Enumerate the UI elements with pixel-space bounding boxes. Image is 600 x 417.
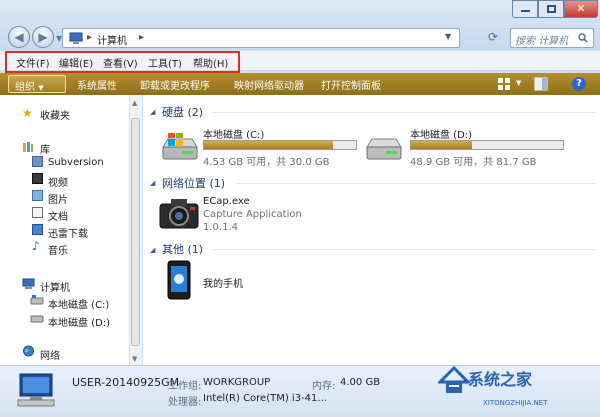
close-icon: ✕ bbox=[576, 2, 586, 15]
hdd-group-header[interactable]: 硬盘 (2) bbox=[162, 104, 203, 120]
back-button[interactable]: ◀ bbox=[8, 26, 30, 48]
system-properties-button[interactable]: 系统属性 bbox=[77, 77, 117, 92]
minimize-button[interactable] bbox=[512, 0, 538, 18]
subversion-folder-icon bbox=[32, 156, 43, 167]
memory-value: 4.00 GB bbox=[340, 377, 381, 388]
nav-scrollbar-thumb[interactable] bbox=[131, 118, 140, 346]
forward-arrow-icon: ▶ bbox=[38, 30, 48, 44]
minimize-icon bbox=[521, 10, 530, 12]
address-bar[interactable]: ▸ 计算机 ▸ ▼ bbox=[62, 28, 460, 48]
search-icon[interactable] bbox=[578, 33, 588, 43]
uninstall-program-button[interactable]: 卸载或更改程序 bbox=[140, 77, 210, 92]
drive-d-large-icon bbox=[366, 138, 402, 160]
back-arrow-icon: ◀ bbox=[14, 30, 24, 44]
phone-icon bbox=[167, 260, 191, 300]
menu-tools[interactable]: 工具(T) bbox=[148, 55, 182, 70]
watermark-site: XITONGZHIJIA.NET bbox=[483, 399, 548, 407]
videos-icon bbox=[32, 173, 43, 184]
maximize-icon bbox=[547, 5, 556, 13]
nav-subversion[interactable]: Subversion bbox=[48, 157, 104, 168]
nav-library[interactable]: 库 bbox=[40, 141, 50, 156]
drive-c-large-icon bbox=[162, 133, 198, 160]
workgroup-value: WORKGROUP bbox=[203, 377, 271, 388]
memory-label: 内存: bbox=[312, 381, 336, 392]
workgroup-label: 工作组: bbox=[168, 381, 202, 392]
breadcrumb-chevron-icon[interactable]: ▸ bbox=[139, 32, 144, 43]
cpu-label: 处理器: bbox=[168, 397, 202, 408]
ecap-version: 1.0.1.4 bbox=[203, 222, 238, 233]
ecap-name[interactable]: ECap.exe bbox=[203, 196, 250, 207]
pictures-icon bbox=[32, 190, 43, 201]
other-group-header[interactable]: 其他 (1) bbox=[162, 241, 203, 257]
drive-c-icon bbox=[30, 295, 44, 305]
change-view-icon[interactable] bbox=[498, 78, 512, 90]
network-group-header[interactable]: 网络位置 (1) bbox=[162, 175, 225, 191]
drive-d-usage-bar bbox=[410, 140, 564, 150]
other-group-collapse-icon[interactable]: ◢ bbox=[150, 246, 155, 254]
library-icon bbox=[23, 142, 33, 152]
organize-button[interactable]: 组织 ▼ bbox=[8, 75, 66, 93]
maximize-button[interactable] bbox=[538, 0, 564, 18]
menu-edit[interactable]: 编辑(E) bbox=[59, 55, 93, 70]
computer-name: USER-20140925GM bbox=[72, 376, 180, 389]
group-divider bbox=[212, 112, 596, 113]
nav-videos[interactable]: 视频 bbox=[48, 174, 68, 189]
explorer-window: ✕ ◀ ▶ ▼ ▸ 计算机 ▸ ▼ ⟳ 搜索 计算机 文件(F) 编辑(E) 查… bbox=[0, 0, 600, 417]
nav-thunder-downloads[interactable]: 迅雷下载 bbox=[48, 225, 88, 240]
breadcrumb-separator-icon[interactable]: ▸ bbox=[87, 32, 92, 43]
nav-network[interactable]: 网络 bbox=[40, 347, 60, 362]
group-divider bbox=[212, 249, 596, 250]
help-icon[interactable]: ? bbox=[572, 77, 586, 91]
camera-icon bbox=[159, 199, 199, 229]
network-group-collapse-icon[interactable]: ◢ bbox=[150, 179, 155, 187]
watermark-logo bbox=[438, 365, 470, 393]
cpu-value: Intel(R) Core(TM) i3-41... bbox=[203, 393, 327, 404]
menu-file[interactable]: 文件(F) bbox=[16, 55, 50, 70]
organize-dropdown-icon: ▼ bbox=[38, 84, 44, 92]
drive-c-space-info: 4.53 GB 可用，共 30.0 GB bbox=[203, 157, 330, 168]
nav-documents[interactable]: 文档 bbox=[48, 208, 68, 223]
scroll-down-icon[interactable]: ▼ bbox=[132, 355, 137, 363]
drive-c-usage-bar bbox=[203, 140, 357, 150]
map-network-drive-button[interactable]: 映射网络驱动器 bbox=[234, 77, 304, 92]
menu-view[interactable]: 查看(V) bbox=[103, 55, 138, 70]
hdd-group-collapse-icon[interactable]: ◢ bbox=[150, 108, 155, 116]
drive-d-name[interactable]: 本地磁盘 (D:) bbox=[410, 126, 472, 141]
address-dropdown-icon[interactable]: ▼ bbox=[445, 32, 451, 41]
nav-computer[interactable]: 计算机 bbox=[40, 279, 70, 294]
music-note-icon: ♪ bbox=[32, 239, 40, 253]
computer-large-icon bbox=[17, 373, 55, 407]
drive-c-name[interactable]: 本地磁盘 (C:) bbox=[203, 126, 264, 141]
scroll-up-icon[interactable]: ▲ bbox=[132, 99, 137, 107]
drive-d-icon bbox=[30, 315, 44, 323]
ecap-description: Capture Application bbox=[203, 209, 302, 220]
thunder-downloads-icon bbox=[32, 224, 43, 235]
watermark-brand: 系统之家 bbox=[468, 370, 533, 389]
refresh-icon[interactable]: ⟳ bbox=[488, 30, 498, 44]
nav-pictures[interactable]: 图片 bbox=[48, 191, 68, 206]
nav-drive-c[interactable]: 本地磁盘 (C:) bbox=[48, 296, 109, 311]
nav-music[interactable]: 音乐 bbox=[48, 242, 68, 257]
nav-drive-d[interactable]: 本地磁盘 (D:) bbox=[48, 314, 110, 329]
my-phone-name[interactable]: 我的手机 bbox=[203, 275, 243, 290]
menu-help[interactable]: 帮助(H) bbox=[193, 55, 228, 70]
drive-d-space-info: 48.9 GB 可用，共 81.7 GB bbox=[410, 157, 537, 168]
breadcrumb-computer[interactable]: 计算机 bbox=[97, 32, 127, 47]
favorites-star-icon: ★ bbox=[22, 106, 33, 120]
view-options-dropdown-icon[interactable]: ▼ bbox=[516, 79, 521, 87]
nav-favorites[interactable]: 收藏夹 bbox=[40, 107, 70, 122]
computer-icon bbox=[22, 278, 35, 289]
open-control-panel-button[interactable]: 打开控制面板 bbox=[321, 77, 381, 92]
close-button[interactable]: ✕ bbox=[564, 0, 598, 18]
preview-pane-icon[interactable] bbox=[534, 77, 548, 91]
computer-icon bbox=[69, 32, 83, 44]
documents-icon bbox=[32, 207, 43, 218]
forward-button[interactable]: ▶ bbox=[32, 26, 54, 48]
network-icon bbox=[23, 345, 34, 357]
group-divider bbox=[236, 183, 596, 184]
